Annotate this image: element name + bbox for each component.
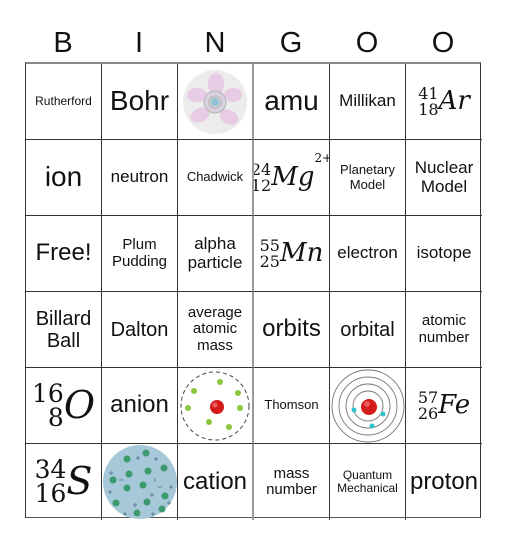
bingo-cell[interactable]: Millikan (330, 64, 406, 140)
bingo-cell[interactable]: Billard Ball (26, 292, 102, 368)
cell-label: proton (409, 467, 479, 495)
atomic-number: 12 (254, 175, 272, 195)
element-symbol: Mg (271, 162, 315, 193)
isotope-notation: 2412Mg2+ (254, 152, 329, 195)
bingo-cell-isotope[interactable]: 34 16 S (26, 444, 102, 520)
bingo-cell[interactable]: Free! (26, 216, 102, 292)
element-symbol: S (66, 459, 93, 504)
cell-label: Billard Ball (35, 307, 92, 352)
cell-label: isotope (416, 243, 472, 263)
bingo-cell[interactable]: isotope (406, 216, 482, 292)
bingo-cell[interactable]: neutron (102, 140, 178, 216)
ion-charge: 2+ (314, 151, 329, 166)
bingo-card-grid: Rutherford Bohr amu Millikan 41 18 Ar ion neutr… (25, 62, 482, 520)
element-symbol: O (63, 382, 95, 427)
cell-label: electron (337, 243, 398, 263)
bingo-cell[interactable]: orbits (254, 292, 330, 368)
bingo-cell[interactable]: Plum Pudding (102, 216, 178, 292)
cell-label: Rutherford (35, 93, 92, 108)
isotope-notation: 55 25 Mn (259, 238, 324, 271)
bingo-cell[interactable]: alpha particle (178, 216, 254, 292)
cell-label: Plum Pudding (111, 236, 168, 270)
cell-label: Chadwick (186, 169, 244, 185)
bingo-cell[interactable]: Chadwick (178, 140, 254, 216)
cell-label: Quantum Mechanical (337, 467, 398, 495)
cell-label: average atomic mass (187, 303, 243, 354)
cell-label: neutron (110, 167, 169, 187)
header-letter: O (355, 27, 379, 59)
element-symbol: Fe (438, 390, 471, 421)
bingo-cell[interactable]: Dalton (102, 292, 178, 368)
cell-label: amu (264, 85, 319, 117)
atomic-number: 25 (259, 251, 280, 271)
cell-label: Millikan (339, 91, 396, 111)
cell-label: Dalton (110, 318, 169, 341)
header-letter: O (431, 27, 455, 59)
atomic-number: 8 (47, 402, 64, 432)
bingo-cell[interactable]: Bohr (102, 64, 178, 140)
atomic-number: 18 (418, 99, 439, 119)
cell-label: atomic number (418, 312, 470, 346)
bingo-cell-isotope[interactable]: 2412Mg2+ (254, 140, 330, 216)
isotope-notation: 34 16 S (34, 457, 93, 508)
bingo-cell[interactable]: cation (178, 444, 254, 520)
bingo-cell[interactable]: amu (254, 64, 330, 140)
bingo-cell[interactable]: Quantum Mechanical (330, 444, 406, 520)
atomic-number: 16 (34, 479, 67, 508)
header-letter: N (204, 27, 226, 59)
cell-label: cation (182, 467, 248, 495)
bingo-cell[interactable]: electron (330, 216, 406, 292)
cell-label: ion (44, 161, 83, 193)
header-letter: G (279, 27, 303, 59)
cell-label: mass number (266, 464, 317, 498)
cell-label: anion (110, 391, 169, 419)
bingo-cell-image[interactable] (102, 444, 178, 520)
bingo-cell[interactable]: atomic number (406, 292, 482, 368)
header-letter: I (134, 27, 144, 59)
bingo-cell-isotope[interactable]: 57 26 Fe (406, 368, 482, 444)
isotope-notation: 57 26 Fe (417, 390, 471, 423)
cell-label: Bohr (109, 85, 170, 117)
isotope-notation: 41 18 Ar (418, 86, 470, 119)
cell-label: Thomson (264, 397, 319, 413)
bingo-cell[interactable]: mass number (254, 444, 330, 520)
bohr-orbit-atom-icon (330, 368, 405, 443)
bingo-cell[interactable]: orbital (330, 292, 406, 368)
bingo-cell[interactable]: Rutherford (26, 64, 102, 140)
bingo-cell[interactable]: anion (102, 368, 178, 444)
bingo-cell-image[interactable] (330, 368, 406, 444)
bingo-cell[interactable]: average atomic mass (178, 292, 254, 368)
bingo-cell-isotope[interactable]: 41 18 Ar (406, 64, 482, 140)
rutherford-gold-foil-atom-icon (182, 69, 248, 135)
bingo-cell-image[interactable] (178, 368, 254, 444)
cell-label: alpha particle (187, 233, 243, 272)
bingo-cell[interactable]: Thomson (254, 368, 330, 444)
cell-label: Planetary Model (340, 162, 395, 192)
plum-pudding-atom-icon (102, 445, 177, 519)
atomic-number: 26 (417, 403, 439, 423)
header-letter: B (53, 27, 73, 59)
isotope-notation: 16 8 O (32, 378, 95, 432)
bingo-cell-isotope[interactable]: 16 8 O (26, 368, 102, 444)
element-symbol: Mn (279, 238, 324, 269)
mass-number: 16 (32, 378, 64, 408)
bingo-cell[interactable]: Planetary Model (330, 140, 406, 216)
cell-label: orbits (262, 315, 321, 343)
bingo-cell[interactable]: Nuclear Model (406, 140, 482, 216)
bingo-header: B I N G O O (25, 24, 481, 62)
element-symbol: Ar (438, 86, 470, 117)
bingo-cell-image[interactable] (178, 64, 254, 140)
cell-label: Nuclear Model (414, 157, 474, 196)
bingo-cell[interactable]: ion (26, 140, 102, 216)
bingo-cell-isotope[interactable]: 55 25 Mn (254, 216, 330, 292)
dalton-shell-atom-icon (179, 370, 251, 442)
cell-label: orbital (340, 318, 395, 341)
cell-label: Free! (35, 239, 92, 267)
bingo-cell[interactable]: proton (406, 444, 482, 520)
